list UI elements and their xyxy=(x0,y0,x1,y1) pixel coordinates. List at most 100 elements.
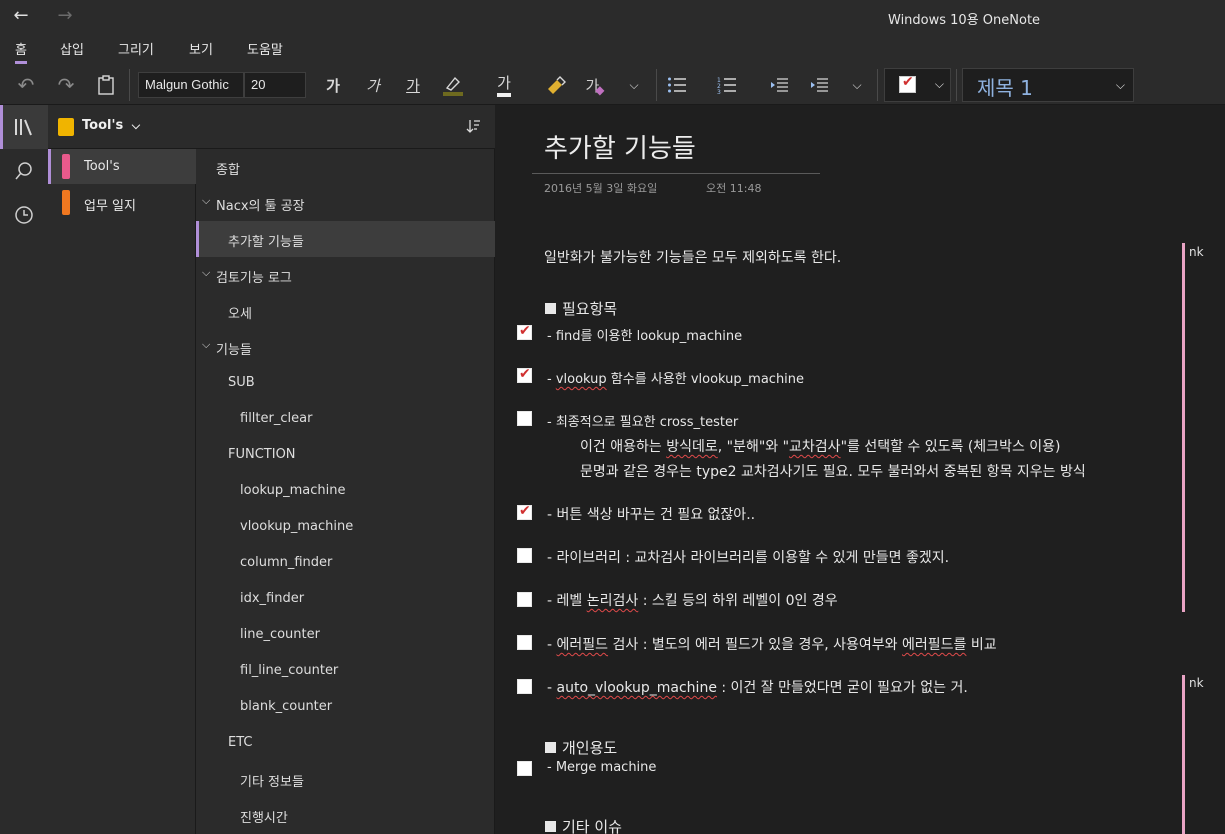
todo-checkbox[interactable] xyxy=(517,635,532,650)
note-canvas[interactable]: 추가할 기능들 2016년 5월 3일 화요일 오전 11:48 일반화가 불가… xyxy=(496,105,1225,834)
italic-button[interactable]: 가 xyxy=(360,70,386,100)
sort-pages-icon[interactable] xyxy=(465,118,481,138)
todo-checkbox[interactable] xyxy=(517,548,532,563)
numbered-list-icon[interactable]: 123 xyxy=(714,70,740,100)
page-item-active[interactable]: 추가할 기능들 xyxy=(196,221,495,257)
tag-dropdown[interactable]: ✔ ⌵ xyxy=(884,68,951,102)
todo-text: , "분해"와 " xyxy=(717,439,790,455)
back-arrow-icon[interactable]: ← xyxy=(6,4,36,28)
todo-text: : 이건 잘 만들었다면 굳이 필요가 없는 거. xyxy=(716,680,968,696)
heading-label: 필요항목 xyxy=(562,300,618,318)
todo-text: 논리검사 xyxy=(586,593,639,609)
style-label: 제목 1 xyxy=(977,76,1033,100)
menu-home[interactable]: 홈 xyxy=(15,39,27,64)
page-title[interactable]: 추가할 기능들 xyxy=(544,128,696,165)
page-label: 기타 정보들 xyxy=(240,775,304,790)
todo-checkbox[interactable] xyxy=(517,679,532,694)
chevron-down-icon[interactable]: ⌵ xyxy=(202,266,210,280)
todo-item[interactable]: - 라이브러리 : 교차검사 라이브러리를 이용할 수 있게 만들면 좋겠지. xyxy=(547,547,949,567)
page-item[interactable]: FUNCTION xyxy=(196,437,495,473)
todo-detail[interactable]: 문명과 같은 경우는 type2 교차검사기도 필요. 모두 불러와서 중복된 … xyxy=(580,461,1086,481)
todo-checkbox[interactable] xyxy=(517,323,532,340)
page-item[interactable]: SUB xyxy=(196,365,495,401)
page-label: vlookup_machine xyxy=(240,519,354,534)
highlight-icon[interactable] xyxy=(440,70,466,100)
page-item[interactable]: ⌵ 기능들 xyxy=(196,329,495,365)
heading-personal[interactable]: 개인용도 xyxy=(545,737,617,758)
page-label: 종합 xyxy=(216,163,240,178)
todo-checkbox[interactable] xyxy=(517,503,532,520)
todo-item[interactable]: - Merge machine xyxy=(547,760,656,775)
forward-arrow-icon[interactable]: → xyxy=(50,4,80,28)
todo-item[interactable]: - 최종적으로 필요한 cross_tester xyxy=(547,411,738,430)
underline-button[interactable]: 가 xyxy=(400,70,426,100)
todo-item[interactable]: - 버튼 색상 바꾸는 건 필요 없잖아.. xyxy=(547,504,755,524)
page-item[interactable]: 진행시간 xyxy=(196,797,495,833)
notebook-header[interactable]: Tool's ⌵ xyxy=(48,105,495,149)
page-item[interactable]: 오세 xyxy=(196,293,495,329)
decrease-indent-icon[interactable] xyxy=(766,70,792,100)
font-color-button[interactable]: 가 xyxy=(491,70,517,100)
note-intro[interactable]: 일반화가 불가능한 기능들은 모두 제외하도록 한다. xyxy=(544,247,841,267)
format-painter-icon[interactable] xyxy=(543,70,569,100)
heading-required[interactable]: 필요항목 xyxy=(545,298,617,319)
todo-text: 방식데로 xyxy=(666,439,718,455)
todo-checkbox[interactable] xyxy=(517,411,532,426)
todo-checkbox[interactable] xyxy=(517,592,532,607)
chevron-down-icon[interactable]: ⌵ xyxy=(202,194,210,208)
page-item[interactable]: fil_line_counter xyxy=(196,653,495,689)
bold-button[interactable]: 가 xyxy=(320,70,346,100)
todo-checkbox[interactable] xyxy=(517,761,532,776)
page-label: 오세 xyxy=(228,307,252,322)
page-item[interactable]: ⌵ 검토기능 로그 xyxy=(196,257,495,293)
todo-item[interactable]: - auto_vlookup_machine : 이건 잘 만들었다면 굳이 필… xyxy=(547,677,968,697)
increase-indent-icon[interactable] xyxy=(806,70,832,100)
page-item[interactable]: 기타 정보들 xyxy=(196,761,495,797)
menu-help[interactable]: 도움말 xyxy=(247,39,283,58)
undo-icon[interactable]: ↶ xyxy=(12,70,40,100)
todo-text: 이건 애용하는 xyxy=(580,439,667,455)
menu-insert[interactable]: 삽입 xyxy=(60,39,84,58)
page-item[interactable]: idx_finder xyxy=(196,581,495,617)
page-item[interactable]: ⌵ Nacx의 툴 공장 xyxy=(196,185,495,221)
section-label: Tool's xyxy=(84,159,120,174)
page-item[interactable]: fillter_clear xyxy=(196,401,495,437)
menu-view[interactable]: 보기 xyxy=(189,39,213,58)
font-name-field[interactable]: Malgun Gothic xyxy=(138,72,244,98)
page-item[interactable]: ETC xyxy=(196,725,495,761)
chevron-down-icon[interactable]: ⌵ xyxy=(202,338,210,352)
page-item[interactable]: vlookup_machine xyxy=(196,509,495,545)
redo-icon[interactable]: ↷ xyxy=(52,70,80,100)
todo-detail[interactable]: 이건 애용하는 방식데로, "분해"와 "교차검사"를 선택할 수 있도록 (체… xyxy=(580,436,1061,456)
page-item[interactable]: 종합 xyxy=(196,149,495,185)
page-item[interactable]: line_counter xyxy=(196,617,495,653)
section-color-tab xyxy=(62,190,70,215)
page-item[interactable]: blank_counter xyxy=(196,689,495,725)
font-size-field[interactable]: 20 xyxy=(244,72,306,98)
heading-other-issues[interactable]: 기타 이슈 xyxy=(545,816,622,834)
page-item[interactable]: lookup_machine xyxy=(196,473,495,509)
notebook-title[interactable]: Tool's ⌵ xyxy=(82,118,140,133)
section-tools[interactable]: Tool's xyxy=(48,149,196,184)
recent-notes-icon[interactable] xyxy=(0,193,48,237)
chevron-down-icon[interactable]: ⌵ xyxy=(624,70,644,100)
notebooks-icon[interactable] xyxy=(0,105,48,149)
style-dropdown[interactable]: 제목 1 ⌵ xyxy=(962,68,1134,102)
todo-item[interactable]: - vlookup 함수를 사용한 vlookup_machine xyxy=(547,368,804,387)
bullet-list-icon[interactable] xyxy=(664,70,690,100)
clear-format-button[interactable]: 가 ◆ xyxy=(582,70,608,100)
clipboard-icon[interactable] xyxy=(92,70,120,100)
todo-checkbox[interactable] xyxy=(517,366,532,383)
page-list: 종합 ⌵ Nacx의 툴 공장 추가할 기능들 ⌵ 검토기능 로그 오세 ⌵ 기능들 … xyxy=(196,149,495,834)
page-label: line_counter xyxy=(240,627,320,642)
page-item[interactable]: column_finder xyxy=(196,545,495,581)
todo-item[interactable]: - 에러필드 검사 : 별도의 에러 필드가 있을 경우, 사용여부와 에러필드… xyxy=(547,634,997,654)
section-color-tab xyxy=(62,154,70,179)
page-label: 검토기능 로그 xyxy=(216,271,292,286)
todo-item[interactable]: - find를 이용한 lookup_machine xyxy=(547,325,742,344)
chevron-down-icon[interactable]: ⌵ xyxy=(847,70,867,100)
search-icon[interactable] xyxy=(0,149,48,193)
section-work-log[interactable]: 업무 일지 xyxy=(48,185,196,220)
todo-item[interactable]: - 레벨 논리검사 : 스킬 등의 하위 레벨이 0인 경우 xyxy=(547,590,838,610)
menu-draw[interactable]: 그리기 xyxy=(118,39,154,58)
